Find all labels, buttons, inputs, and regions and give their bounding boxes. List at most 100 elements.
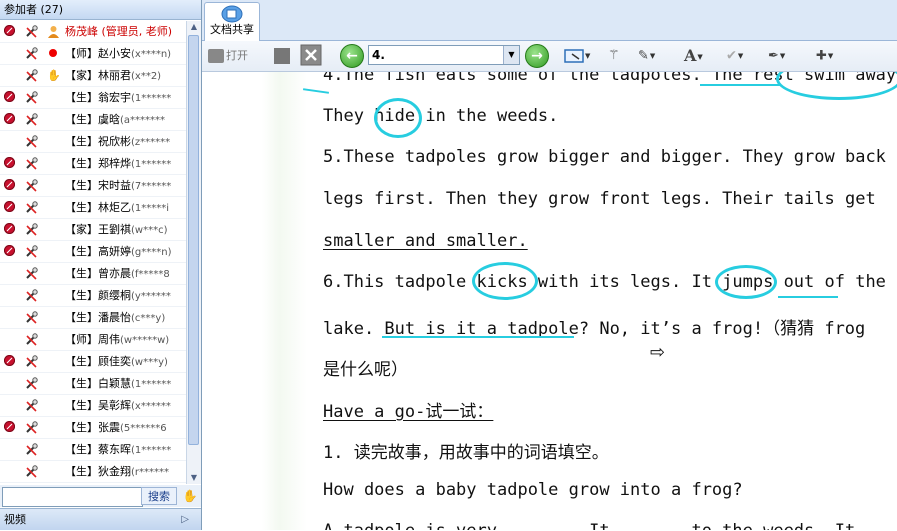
admin-user-icon (47, 25, 60, 38)
participant-role: 【生】 (65, 267, 98, 280)
participant-row[interactable]: 【生】宋时益(7****** (0, 175, 186, 197)
eraser-tool[interactable]: ✎▼ (638, 44, 655, 68)
participant-row[interactable]: 【生】顾佳奕(w***y) (0, 351, 186, 373)
microphone-icon[interactable] (25, 333, 38, 346)
pen-tool[interactable]: ✒▼ (768, 44, 785, 68)
participant-row[interactable]: 【师】赵小安(x****n) (0, 43, 186, 65)
participant-row[interactable]: 【生】高妍婷(g****n) (0, 241, 186, 263)
participant-row[interactable]: 【生】白颖慧(1****** (0, 373, 186, 395)
blank-icon[interactable] (4, 377, 17, 390)
camera-off-icon[interactable] (4, 113, 17, 126)
participant-row[interactable]: 【生】吴彰辉(x****** (0, 395, 186, 417)
blank-icon[interactable] (4, 311, 17, 324)
microphone-icon[interactable] (25, 311, 38, 324)
blank-icon[interactable] (4, 465, 17, 478)
participant-row[interactable]: 杨茂峰 (管理员, 老师) (0, 21, 186, 43)
blank-icon[interactable] (4, 289, 17, 302)
participant-row[interactable]: 【生】曾亦晨(f*****8 (0, 263, 186, 285)
blank-icon[interactable] (4, 443, 17, 456)
participant-list-scrollbar[interactable]: ▲ ▼ (186, 21, 201, 484)
microphone-icon[interactable] (25, 223, 38, 236)
camera-off-icon[interactable] (4, 91, 17, 104)
blank-icon[interactable] (4, 333, 17, 346)
check-tool[interactable]: ✔▼ (726, 44, 743, 68)
camera-off-icon[interactable] (4, 157, 17, 170)
raise-hand-icon[interactable]: ✋ (182, 488, 198, 504)
participant-row[interactable]: 【生】狄金翔(r****** (0, 461, 186, 483)
text-tool[interactable]: A▼ (684, 44, 703, 68)
pointer-tool[interactable]: ⚚ (608, 44, 620, 68)
participant-row[interactable]: 【生】翁宏宇(1****** (0, 87, 186, 109)
blank-icon[interactable] (4, 69, 17, 82)
participant-row[interactable]: 【生】赵明(x******7 (0, 483, 186, 484)
participant-row[interactable]: 【生】虞晗(a******* (0, 109, 186, 131)
microphone-icon[interactable] (25, 267, 38, 280)
participant-row[interactable]: 【生】林炬乙(1*****i (0, 197, 186, 219)
previous-page-button[interactable]: ← (340, 44, 364, 68)
microphone-icon[interactable] (25, 135, 38, 148)
participant-account: (1****** (131, 379, 172, 390)
blank-icon[interactable] (4, 135, 17, 148)
blank-icon[interactable] (4, 47, 17, 60)
microphone-icon[interactable] (25, 421, 38, 434)
stop-button[interactable] (272, 44, 292, 68)
blank-icon[interactable] (4, 399, 17, 412)
microphone-icon[interactable] (25, 113, 38, 126)
page-select[interactable]: 4. ▼ (368, 45, 520, 65)
camera-off-icon[interactable] (4, 223, 17, 236)
scroll-down-icon[interactable]: ▼ (187, 472, 201, 484)
camera-off-icon[interactable] (4, 355, 17, 368)
participant-row[interactable]: 【生】郑梓烨(1****** (0, 153, 186, 175)
participant-row[interactable]: 【生】张震(5******6 (0, 417, 186, 439)
microphone-icon[interactable] (25, 399, 38, 412)
microphone-icon[interactable] (25, 69, 38, 82)
move-tool[interactable]: ✚▼ (816, 44, 833, 68)
microphone-icon[interactable] (25, 245, 38, 258)
microphone-icon[interactable] (25, 201, 38, 214)
microphone-icon[interactable] (25, 47, 38, 60)
participant-row[interactable]: 【家】王劉祺(w***c) (0, 219, 186, 241)
microphone-icon[interactable] (25, 179, 38, 192)
microphone-icon[interactable] (25, 465, 38, 478)
participant-row[interactable]: 【生】祝欣彬(z****** (0, 131, 186, 153)
camera-off-icon[interactable] (4, 421, 17, 434)
scroll-up-icon[interactable]: ▲ (187, 21, 201, 33)
selection-tool[interactable]: ▼ (564, 44, 590, 68)
participant-row[interactable]: 【生】潘晨怡(c***y) (0, 307, 186, 329)
camera-off-icon[interactable] (4, 25, 17, 38)
open-button[interactable]: 打开 (208, 44, 258, 68)
search-row: 搜索 ✋ (0, 485, 201, 507)
expand-arrow-icon[interactable]: ▷ (181, 509, 189, 531)
microphone-icon[interactable] (25, 91, 38, 104)
microphone-icon[interactable] (25, 355, 38, 368)
search-input[interactable] (2, 487, 143, 507)
magic-wand-icon: ⚚ (608, 48, 620, 63)
document-share-icon (221, 5, 243, 23)
scrollbar-thumb[interactable] (188, 35, 199, 445)
camera-off-icon[interactable] (4, 245, 17, 258)
chevron-down-icon[interactable]: ▼ (503, 46, 519, 64)
microphone-icon[interactable] (25, 25, 38, 38)
participant-account: (1****** (131, 159, 172, 170)
camera-off-icon[interactable] (4, 201, 17, 214)
participant-list[interactable]: 杨茂峰 (管理员, 老师) 【师】赵小安(x****n) ✋ 【家】林丽君(x**2)… (0, 21, 186, 484)
participant-row[interactable]: 【师】周伟(w*****w) (0, 329, 186, 351)
document-view[interactable]: 4.The fish eats some of the tadpoles. Th… (202, 72, 897, 530)
microphone-icon[interactable] (25, 289, 38, 302)
participant-row[interactable]: ✋ 【家】林丽君(x**2) (0, 65, 186, 87)
participant-row[interactable]: 【生】蔡东晖(1****** (0, 439, 186, 461)
participant-row[interactable]: 【生】颜缨桐(y****** (0, 285, 186, 307)
next-page-button[interactable]: → (525, 44, 549, 68)
camera-off-icon[interactable] (4, 179, 17, 192)
microphone-icon[interactable] (25, 443, 38, 456)
microphone-icon[interactable] (25, 377, 38, 390)
search-button[interactable]: 搜索 (141, 487, 177, 505)
video-section-header[interactable]: 视频 ▷ (0, 508, 201, 530)
participant-name: 【生】白颖慧(1****** (65, 373, 171, 395)
microphone-icon[interactable] (25, 157, 38, 170)
participant-display-name: 翁宏宇 (98, 91, 131, 104)
tab-document-share[interactable]: 文档共享 (204, 2, 260, 41)
close-document-button[interactable] (300, 44, 322, 68)
mouse-cursor-icon: ⇨ (650, 342, 666, 363)
blank-icon[interactable] (4, 267, 17, 280)
